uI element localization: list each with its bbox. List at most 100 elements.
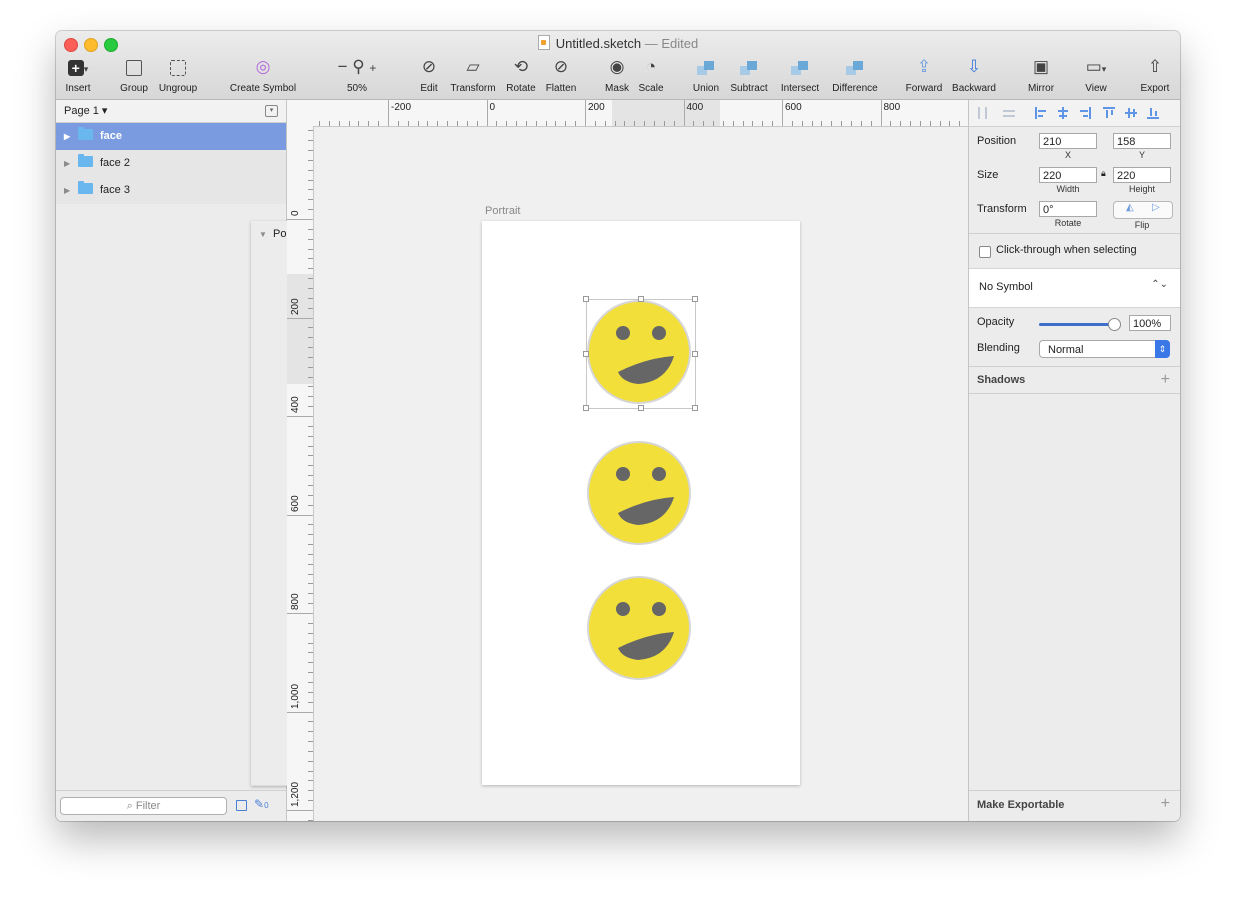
y-field[interactable]: 158 — [1113, 133, 1171, 149]
forward-button[interactable]: ⇪ Forward — [902, 56, 946, 94]
titlebar: Untitled.sketch — Edited + ▾ Insert Group… — [56, 31, 1180, 100]
scale-button[interactable]: ◔ Scale — [636, 56, 666, 94]
face-2-emoji[interactable] — [587, 441, 691, 545]
artboard-portrait[interactable] — [482, 221, 800, 785]
resize-handle[interactable] — [692, 296, 698, 302]
resize-handle[interactable] — [638, 405, 644, 411]
layer-group-face[interactable]: ▶ face — [56, 123, 286, 150]
align-left-icon[interactable] — [1035, 107, 1047, 119]
ruler-tick — [308, 593, 313, 595]
filter-groups-icon[interactable] — [236, 800, 247, 811]
filter-input[interactable]: ⌕ Filter — [60, 797, 227, 815]
backward-button[interactable]: ⇩ Backward — [950, 56, 998, 94]
edit-button[interactable]: ⊘ Edit — [416, 56, 442, 94]
layer-name: face 2 — [100, 157, 130, 169]
ruler-tick — [801, 121, 803, 126]
view-button[interactable]: ▭▾ View — [1081, 56, 1111, 94]
canvas[interactable]: -200 0 200 400 600 800 0 200 400 600 800 1,000 1,20… — [287, 100, 969, 821]
ruler-tick — [308, 130, 313, 132]
ruler-tick — [910, 121, 912, 126]
vertical-ruler[interactable]: 0 200 400 600 800 1,000 1,200 — [287, 126, 314, 821]
subtract-label: Subtract — [730, 83, 768, 94]
rotate-field[interactable]: 0° — [1039, 201, 1097, 217]
align-right-icon[interactable] — [1079, 107, 1091, 119]
zoom-control[interactable]: − ⚲ + 50% — [331, 56, 383, 94]
opacity-slider[interactable] — [1039, 323, 1111, 326]
ruler-tick — [308, 356, 313, 358]
flip-horizontal-icon[interactable]: ◭ — [1126, 202, 1134, 213]
blending-select[interactable]: Normal ⇕ — [1039, 340, 1170, 358]
shadows-section[interactable]: Shadows + — [969, 366, 1180, 394]
layer-group-face-3[interactable]: ▶ face 3 — [56, 177, 286, 204]
flatten-button[interactable]: ⊘ Flatten — [543, 56, 579, 94]
mask-button[interactable]: ◉ Mask — [603, 56, 631, 94]
filter-slices-icon[interactable]: ✎0 — [254, 797, 269, 811]
layer-name: face 3 — [100, 184, 130, 196]
click-through-row[interactable]: Click-through when selecting — [969, 234, 1180, 268]
transform-button[interactable]: ▱ Transform — [448, 56, 498, 94]
export-section[interactable]: Make Exportable + — [969, 790, 1180, 821]
height-field[interactable]: 220 — [1113, 167, 1171, 183]
artboard-title[interactable]: Portrait — [485, 205, 520, 217]
face-3-emoji[interactable] — [587, 576, 691, 680]
inspector-panel: Position 210 X 158 Y Size 220 Width 🔒︎ 2… — [968, 100, 1180, 821]
disclosure-closed-icon[interactable]: ▶ — [64, 177, 78, 204]
current-page[interactable]: Page 1 ▾ — [64, 105, 107, 117]
flip-buttons[interactable]: ◭ ▷ — [1113, 201, 1173, 219]
opacity-slider-knob[interactable] — [1108, 318, 1121, 331]
opacity-field[interactable]: 100% — [1129, 315, 1171, 331]
resize-handle[interactable] — [583, 296, 589, 302]
resize-handle[interactable] — [638, 296, 644, 302]
distribute-vertical-icon[interactable] — [1003, 107, 1015, 119]
click-through-checkbox[interactable] — [979, 246, 991, 258]
resize-handle[interactable] — [692, 351, 698, 357]
ruler-tick — [427, 121, 429, 126]
union-button[interactable]: Union — [690, 56, 722, 94]
group-button[interactable]: Group — [119, 56, 149, 94]
difference-button[interactable]: Difference — [827, 56, 883, 94]
add-shadow-button[interactable]: + — [1161, 367, 1170, 393]
ruler-tick — [308, 553, 313, 555]
align-horizontal-center-icon[interactable] — [1057, 107, 1069, 119]
symbol-select[interactable]: No Symbol ⌃⌄ — [969, 268, 1180, 308]
align-vertical-center-icon[interactable] — [1125, 107, 1137, 119]
rotate-button[interactable]: ⟲ Rotate — [504, 56, 538, 94]
ruler-tick — [308, 189, 313, 191]
align-top-icon[interactable] — [1103, 107, 1115, 119]
create-symbol-button[interactable]: ◎ Create Symbol — [227, 56, 299, 94]
ruler-tick — [545, 121, 547, 126]
ruler-tick — [308, 396, 313, 398]
resize-handle[interactable] — [583, 351, 589, 357]
ungroup-button[interactable]: Ungroup — [155, 56, 201, 94]
resize-handle[interactable] — [692, 405, 698, 411]
distribute-horizontal-icon[interactable] — [977, 107, 989, 119]
page-selector[interactable]: Page 1 ▾ ▾ — [56, 100, 286, 123]
width-field[interactable]: 220 — [1039, 167, 1097, 183]
x-field[interactable]: 210 — [1039, 133, 1097, 149]
disclosure-closed-icon[interactable]: ▶ — [64, 150, 78, 177]
lock-icon[interactable]: 🔒︎ — [1101, 168, 1106, 179]
insert-button[interactable]: + ▾ Insert — [62, 56, 94, 94]
resize-handle[interactable] — [583, 405, 589, 411]
flatten-label: Flatten — [545, 83, 577, 94]
mirror-button[interactable]: ▣ Mirror — [1024, 56, 1058, 94]
add-export-button[interactable]: + — [1161, 795, 1170, 813]
ruler-tick — [308, 278, 313, 280]
ruler-tick — [417, 121, 419, 126]
ruler-tick — [722, 121, 724, 126]
zoom-out-button[interactable]: − — [338, 57, 348, 76]
flip-vertical-icon[interactable]: ▷ — [1152, 202, 1160, 213]
ruler-tick — [308, 731, 313, 733]
align-bottom-icon[interactable] — [1147, 107, 1159, 119]
intersect-button[interactable]: Intersect — [776, 56, 824, 94]
disclosure-closed-icon[interactable]: ▶ — [64, 123, 78, 150]
document-name: Untitled.sketch — [555, 36, 642, 51]
subtract-button[interactable]: Subtract — [726, 56, 772, 94]
horizontal-ruler[interactable]: -200 0 200 400 600 800 — [313, 100, 969, 127]
layer-group-face-2[interactable]: ▶ face 2 — [56, 150, 286, 177]
disclosure-open-icon[interactable]: ▼ — [259, 221, 273, 248]
flatten-icon: ⊘ — [553, 57, 569, 76]
zoom-in-button[interactable]: + — [369, 61, 376, 75]
export-button[interactable]: ⇧ Export — [1138, 56, 1172, 94]
pages-toggle-icon[interactable]: ▾ — [265, 105, 278, 117]
